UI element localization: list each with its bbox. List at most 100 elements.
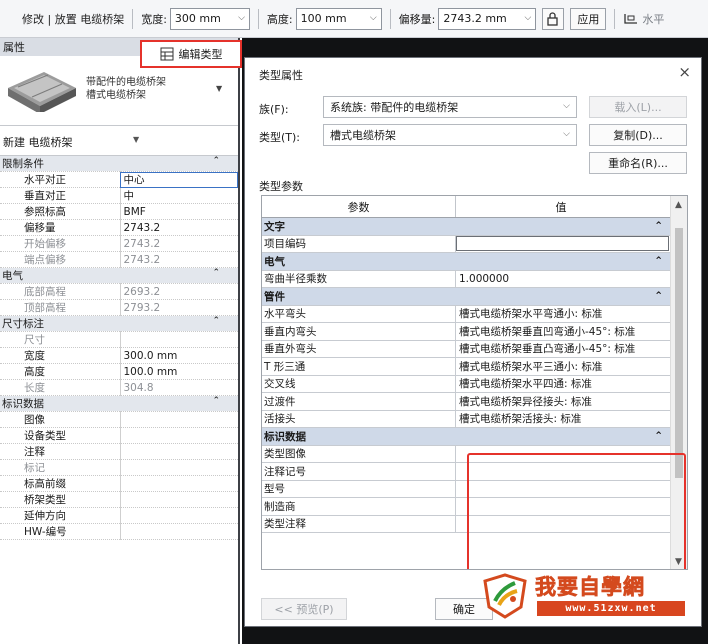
type-combo[interactable]: 槽式电缆桥架 ⌵ — [323, 124, 577, 146]
property-value[interactable]: 中心 — [120, 171, 238, 189]
preview-button[interactable]: << 预览(P) — [261, 598, 347, 620]
parameter-group-name: 电气 — [264, 255, 285, 268]
parameter-value[interactable]: 槽式电缆桥架垂直凸弯通小-45°: 标准 — [456, 341, 671, 358]
offset-combo[interactable]: 2743.2 mm ⌵ — [438, 7, 537, 30]
column-header-value[interactable]: 值 — [456, 196, 666, 217]
parameter-group[interactable]: 文字 ⌃ — [262, 218, 671, 236]
lock-icon — [547, 11, 559, 26]
property-name: 标记 — [0, 459, 121, 477]
edit-type-label: 编辑类型 — [178, 48, 223, 61]
property-value[interactable] — [120, 507, 238, 525]
lock-offset-button[interactable] — [542, 7, 565, 30]
collapse-icon[interactable]: ⌃ — [212, 316, 238, 326]
parameter-value[interactable]: 槽式电缆桥架水平三通小: 标准 — [456, 358, 671, 375]
parameter-value[interactable]: 槽式电缆桥架异径接头: 标准 — [456, 393, 671, 410]
parameter-row: 型号 — [262, 480, 671, 498]
property-value[interactable]: 100.0 mm — [120, 363, 238, 381]
collapse-icon[interactable]: ⌃ — [654, 220, 663, 232]
parameter-value[interactable]: 1.000000 — [456, 271, 671, 288]
property-value[interactable] — [120, 523, 238, 541]
options-bar: 修改 | 放置 电缆桥架 宽度: 300 mm ⌵ 高度: 100 mm ⌵ 偏… — [0, 0, 708, 38]
property-value: 304.8 — [120, 379, 238, 397]
family-value: 系统族: 带配件的电缆桥架 — [330, 101, 459, 114]
collapse-icon[interactable]: ⌃ — [212, 396, 238, 406]
rename-button[interactable]: 重命名(R)... — [589, 152, 687, 174]
property-value — [120, 459, 238, 477]
parameter-group[interactable]: 管件 ⌃ — [262, 288, 671, 306]
property-group[interactable]: 电气 ⌃ — [0, 267, 238, 285]
parameter-value[interactable] — [456, 446, 671, 463]
collapse-icon[interactable]: ⌃ — [654, 290, 663, 302]
parameter-group[interactable]: 电气 ⌃ — [262, 253, 671, 271]
parameter-group[interactable]: 标识数据 ⌃ — [262, 428, 671, 446]
parameter-row: 项目编码 — [262, 235, 671, 253]
width-combo[interactable]: 300 mm ⌵ — [169, 7, 250, 30]
property-name: 底部高程 — [0, 283, 121, 301]
parameter-value[interactable]: 槽式电缆桥架水平四通: 标准 — [456, 376, 671, 393]
property-value[interactable] — [120, 475, 238, 493]
property-value[interactable] — [120, 427, 238, 445]
property-name: 顶部高程 — [0, 299, 121, 317]
property-value[interactable] — [120, 443, 238, 461]
height-combo[interactable]: 100 mm ⌵ — [295, 7, 382, 30]
watermark-url: www.51zxw.net — [537, 601, 685, 616]
property-row: 注释 — [0, 443, 238, 461]
collapse-icon[interactable]: ⌃ — [212, 156, 238, 166]
column-header-parameter[interactable]: 参数 — [262, 196, 456, 217]
parameter-row: 水平弯头 槽式电缆桥架水平弯通小: 标准 — [262, 305, 671, 323]
edit-type-button[interactable]: 编辑类型 — [140, 40, 242, 68]
ok-button-label: 确定 — [453, 603, 475, 616]
family-combo[interactable]: 系统族: 带配件的电缆桥架 ⌵ — [323, 96, 577, 118]
watermark: 我要自學網 www.51zxw.net — [481, 569, 695, 621]
property-row: 参照标高 BMF — [0, 203, 238, 221]
properties-title: 属性 — [3, 41, 25, 54]
close-icon[interactable]: × — [678, 63, 691, 81]
parameter-value[interactable] — [456, 235, 669, 251]
collapse-icon[interactable]: ⌃ — [212, 268, 238, 278]
parameter-value[interactable]: 槽式电缆桥架活接头: 标准 — [456, 411, 671, 428]
property-row: 底部高程 2693.2 — [0, 283, 238, 301]
apply-label: 应用 — [577, 12, 600, 26]
parameter-name: 项目编码 — [262, 235, 456, 252]
parameter-value[interactable]: 槽式电缆桥架垂直凹弯通小-45°: 标准 — [456, 323, 671, 340]
chevron-down-icon: ⌵ — [238, 12, 245, 23]
type-properties-dialog: 类型属性 × 族(F): 系统族: 带配件的电缆桥架 ⌵ 载入(L)... 类型… — [244, 57, 702, 627]
property-value[interactable] — [120, 411, 238, 429]
parameter-value[interactable] — [456, 498, 671, 515]
property-value[interactable]: 2743.2 — [120, 219, 238, 237]
collapse-icon[interactable]: ⌃ — [654, 255, 663, 267]
scroll-thumb[interactable] — [675, 228, 683, 478]
instance-filter-label[interactable]: 新建 电缆桥架 — [3, 134, 73, 150]
parameter-name: 交叉线 — [262, 375, 456, 392]
parameter-value[interactable] — [456, 463, 671, 480]
property-value[interactable]: 300.0 mm — [120, 347, 238, 365]
property-name: 注释 — [0, 443, 121, 461]
property-name: 参照标高 — [0, 203, 121, 221]
apply-button[interactable]: 应用 — [570, 7, 607, 30]
duplicate-button-label: 复制(D)... — [613, 129, 663, 142]
property-group[interactable]: 尺寸标注 ⌃ — [0, 315, 238, 333]
scroll-up-icon[interactable]: ▲ — [675, 200, 682, 210]
property-value[interactable] — [120, 491, 238, 509]
parameter-row: T 形三通 槽式电缆桥架水平三通小: 标准 — [262, 358, 671, 376]
property-row: 标记 — [0, 459, 238, 477]
property-name: 高度 — [0, 363, 121, 381]
collapse-icon[interactable]: ⌃ — [654, 430, 663, 442]
width-value: 300 mm — [174, 12, 221, 25]
parameter-value[interactable] — [456, 516, 671, 533]
load-button[interactable]: 载入(L)... — [589, 96, 687, 118]
parameter-name: 型号 — [262, 480, 456, 497]
property-value[interactable]: 中 — [120, 187, 238, 205]
parameter-value[interactable]: 槽式电缆桥架水平弯通小: 标准 — [456, 306, 671, 323]
grid-scrollbar[interactable]: ▲ ▼ — [670, 196, 687, 569]
parameter-value[interactable] — [456, 481, 671, 498]
parameter-row: 制造商 — [262, 498, 671, 516]
duplicate-button[interactable]: 复制(D)... — [589, 124, 687, 146]
property-group[interactable]: 限制条件 ⌃ — [0, 156, 238, 173]
grid-body: 文字 ⌃ 项目编码 电气 ⌃ 弯曲半径乘数 1.000000 管件 ⌃ 水平弯头 槽式电缆桥架水平弯… — [262, 218, 671, 533]
property-value[interactable]: BMF — [120, 203, 238, 221]
scroll-down-icon[interactable]: ▼ — [675, 557, 682, 567]
property-row: 延伸方向 — [0, 507, 238, 525]
property-group[interactable]: 标识数据 ⌃ — [0, 395, 238, 413]
property-value: 2693.2 — [120, 283, 238, 301]
